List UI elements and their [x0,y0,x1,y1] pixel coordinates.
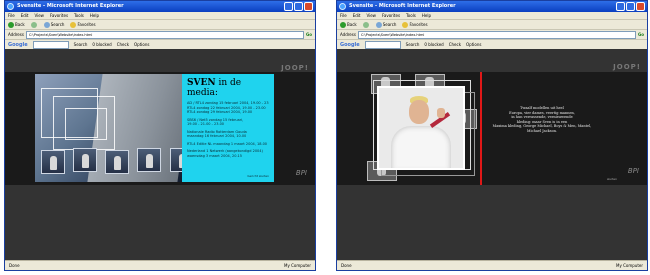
close-button[interactable] [304,2,313,11]
decorative-frame [65,108,107,140]
maximize-button[interactable] [626,2,635,11]
address-label: Address [8,32,24,37]
address-bar: Address C:\Projects\Sven\Website\index.h… [337,30,647,40]
title-bar[interactable]: Svensite - Microsoft Internet Explorer [5,1,315,12]
favorites-button[interactable]: Favorites [70,20,96,29]
browser-window-left: Svensite - Microsoft Internet Explorer F… [4,0,316,271]
menu-help[interactable]: Help [90,12,99,19]
zone-indicator: My Computer [284,263,311,268]
back-arrow-icon [8,22,14,28]
forward-button[interactable] [362,20,370,29]
google-search-input[interactable] [364,41,401,49]
status-text: Done [9,263,20,268]
favorites-button[interactable]: Favorites [402,20,428,29]
menu-edit[interactable]: Edit [353,12,361,19]
ie-logo-icon [7,3,14,10]
menu-tools[interactable]: Tools [406,12,416,19]
standard-toolbar: Back Search Favorites [5,20,315,30]
menu-edit[interactable]: Edit [21,12,29,19]
close-message-link[interactable]: bericht sluiten [247,174,269,178]
media-line: woensdag 3 maart 2004, 20.15 [187,153,243,158]
status-text: Done [341,263,352,268]
menu-bar: File Edit View Favorites Tools Help [337,12,647,20]
go-button[interactable]: Go [638,30,647,39]
search-button[interactable]: Search [375,20,396,29]
forward-arrow-icon [362,22,369,28]
star-icon [70,22,77,28]
address-input[interactable]: C:\Projects\Sven\Website\index.html [25,30,304,39]
back-button[interactable]: Back [340,20,357,29]
media-line: AD / RTL4 zondag 15 februari 2004, 19.00… [187,101,269,105]
brand-logo: JOOP! [613,63,641,71]
status-bar: Done My Computer [5,260,315,270]
status-bar: Done My Computer [337,260,647,270]
watermark-logo: BPI [627,167,639,175]
thumbnail-photo[interactable] [105,150,129,174]
building-photo [35,74,182,182]
minimize-button[interactable] [284,2,293,11]
watermark-logo: BPI [295,169,307,177]
search-button[interactable]: Search [43,20,64,29]
brand-logo: JOOP! [281,64,309,72]
google-search-input[interactable] [32,41,69,49]
menu-favorites[interactable]: Favorites [50,12,68,19]
menu-view[interactable]: View [366,12,376,19]
window-title: Svensite - Microsoft Internet Explorer [349,3,456,9]
go-button[interactable]: Go [306,30,315,39]
media-panel: SVEN in de media: AD / RTL4 zondag 15 fe… [182,74,274,182]
title-bar[interactable]: Svensite - Microsoft Internet Explorer [337,1,647,12]
forward-arrow-icon [30,22,37,28]
close-link[interactable]: sluiten [607,177,617,181]
search-icon [375,22,382,28]
minimize-button[interactable] [616,2,625,11]
thumbnail-photo[interactable] [73,148,97,172]
media-line: RTL4 Editie NL maandag 1 maart 2004, 18.… [187,141,268,146]
back-button[interactable]: Back [8,20,25,29]
back-arrow-icon [340,22,346,28]
standard-toolbar: Back Search Favorites [337,20,647,30]
forward-button[interactable] [30,20,38,29]
address-bar: Address C:\Projects\Sven\Website\index.h… [5,30,315,40]
browser-window-right: Svensite - Microsoft Internet Explorer F… [336,0,648,271]
menu-file[interactable]: File [340,12,347,19]
menu-help[interactable]: Help [422,12,431,19]
maximize-button[interactable] [294,2,303,11]
thumbnail-photo[interactable] [137,148,161,172]
star-icon [402,22,409,28]
ie-logo-icon [339,3,346,10]
menu-file[interactable]: File [8,12,15,19]
menu-bar: File Edit View Favorites Tools Help [5,12,315,20]
search-icon [43,22,50,28]
menu-tools[interactable]: Tools [74,12,84,19]
red-divider [480,72,482,185]
window-title: Svensite - Microsoft Internet Explorer [17,3,124,9]
address-input[interactable]: C:\Projects\Sven\Website\index.html [357,30,636,39]
media-line: Nederland 1 Netwerk (aangekondigd 2004) [187,149,263,153]
menu-view[interactable]: View [34,12,44,19]
zone-indicator: My Computer [616,263,643,268]
quote-text: Twaalf modellen uit heel Europa, vier da… [492,106,592,133]
featured-photo [377,86,465,170]
thumbnail-photo[interactable] [41,150,65,174]
page-content: JOOP! Twaalf modellen uit heel Europa, v… [337,49,647,261]
close-button[interactable] [636,2,645,11]
media-panel-title: SVEN in de media: [187,78,242,98]
address-label: Address [340,32,356,37]
page-content: JOOP! SVEN in de media: AD / RTL4 zondag… [5,49,315,261]
menu-favorites[interactable]: Favorites [382,12,400,19]
